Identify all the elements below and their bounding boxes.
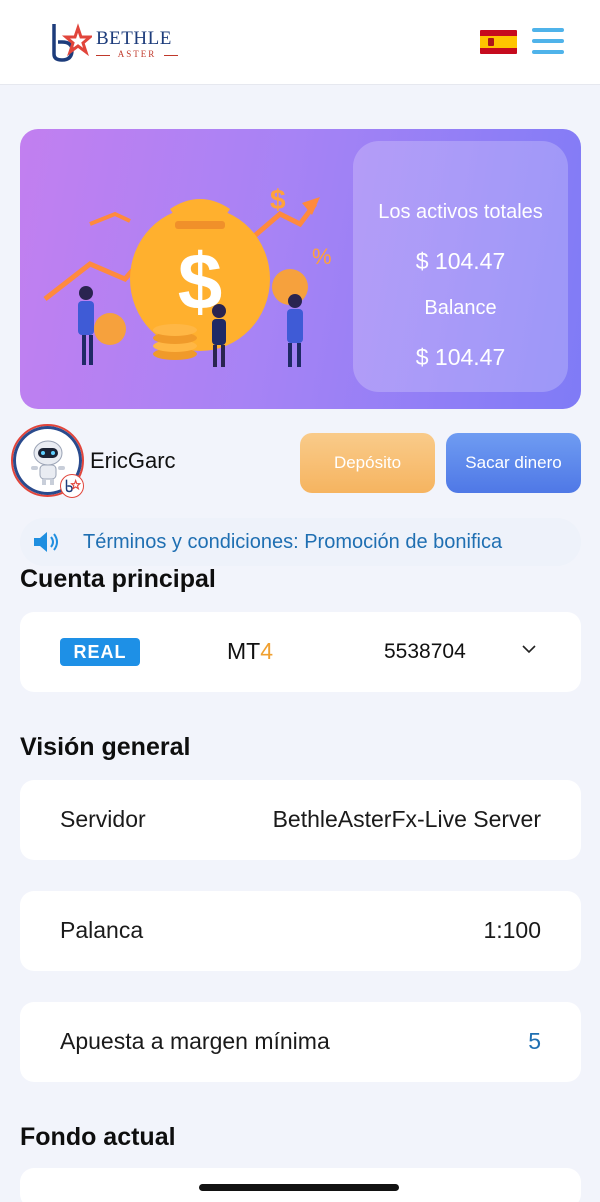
money-bag-illustration: $ $ % xyxy=(43,184,332,367)
account-type-badge: REAL xyxy=(60,638,140,666)
balance-label: Balance xyxy=(424,297,497,319)
home-indicator[interactable] xyxy=(199,1184,399,1191)
min-margin-label: Apuesta a margen mínima xyxy=(60,1028,330,1054)
total-assets-label: Los activos totales xyxy=(378,201,543,223)
withdraw-button[interactable]: Sacar dinero xyxy=(446,433,581,493)
current-fund-title: Fondo actual xyxy=(20,1123,176,1151)
brand-logo-mark-icon xyxy=(52,23,92,62)
deposit-button[interactable]: Depósito xyxy=(300,433,435,493)
platform-prefix: MT xyxy=(227,638,261,664)
assets-banner: $ $ % Los activos totales $ 104.47 Balan… xyxy=(20,129,581,409)
platform-version: 4 xyxy=(260,638,274,664)
account-number: 5538704 xyxy=(384,640,466,663)
announcement-text: Términos y condiciones: Promoción de bon… xyxy=(83,531,503,553)
username: EricGarc xyxy=(90,448,176,473)
overview-row-server: Servidor BethleAsterFx-Live Server xyxy=(20,780,581,860)
brand-name: BETHLE xyxy=(96,28,172,49)
min-margin-value: 5 xyxy=(528,1028,541,1054)
overview-row-min-margin: Apuesta a margen mínima 5 xyxy=(20,1002,581,1082)
leverage-label: Palanca xyxy=(60,917,144,943)
brand-subtitle: ASTER xyxy=(96,49,178,59)
top-bar: BETHLE ASTER xyxy=(0,0,600,85)
svg-text:$: $ xyxy=(270,184,286,215)
balance-value: $ 104.47 xyxy=(415,344,506,370)
platform-label: MT4 xyxy=(227,638,273,665)
total-assets-value: $ 104.47 xyxy=(415,248,506,274)
announcement-bar[interactable]: Términos y condiciones: Promoción de bon… xyxy=(20,518,581,566)
speaker-icon xyxy=(34,532,58,552)
brand-badge-icon xyxy=(60,474,84,498)
assets-summary-card: Los activos totales $ 104.47 Balance $ 1… xyxy=(353,141,568,392)
hamburger-menu-icon[interactable] xyxy=(530,27,566,57)
server-value: BethleAsterFx-Live Server xyxy=(272,806,541,832)
overview-title: Visión general xyxy=(20,733,191,761)
spain-flag-icon[interactable] xyxy=(480,30,517,54)
leverage-value: 1:100 xyxy=(483,917,541,943)
svg-text:%: % xyxy=(312,244,332,269)
main-account-title: Cuenta principal xyxy=(20,565,216,593)
brand-logo[interactable]: BETHLE ASTER xyxy=(48,20,188,64)
account-selector[interactable]: REAL MT4 5538704 xyxy=(20,612,581,692)
chevron-down-icon[interactable] xyxy=(520,640,538,658)
overview-row-leverage: Palanca 1:100 xyxy=(20,891,581,971)
server-label: Servidor xyxy=(60,806,146,832)
